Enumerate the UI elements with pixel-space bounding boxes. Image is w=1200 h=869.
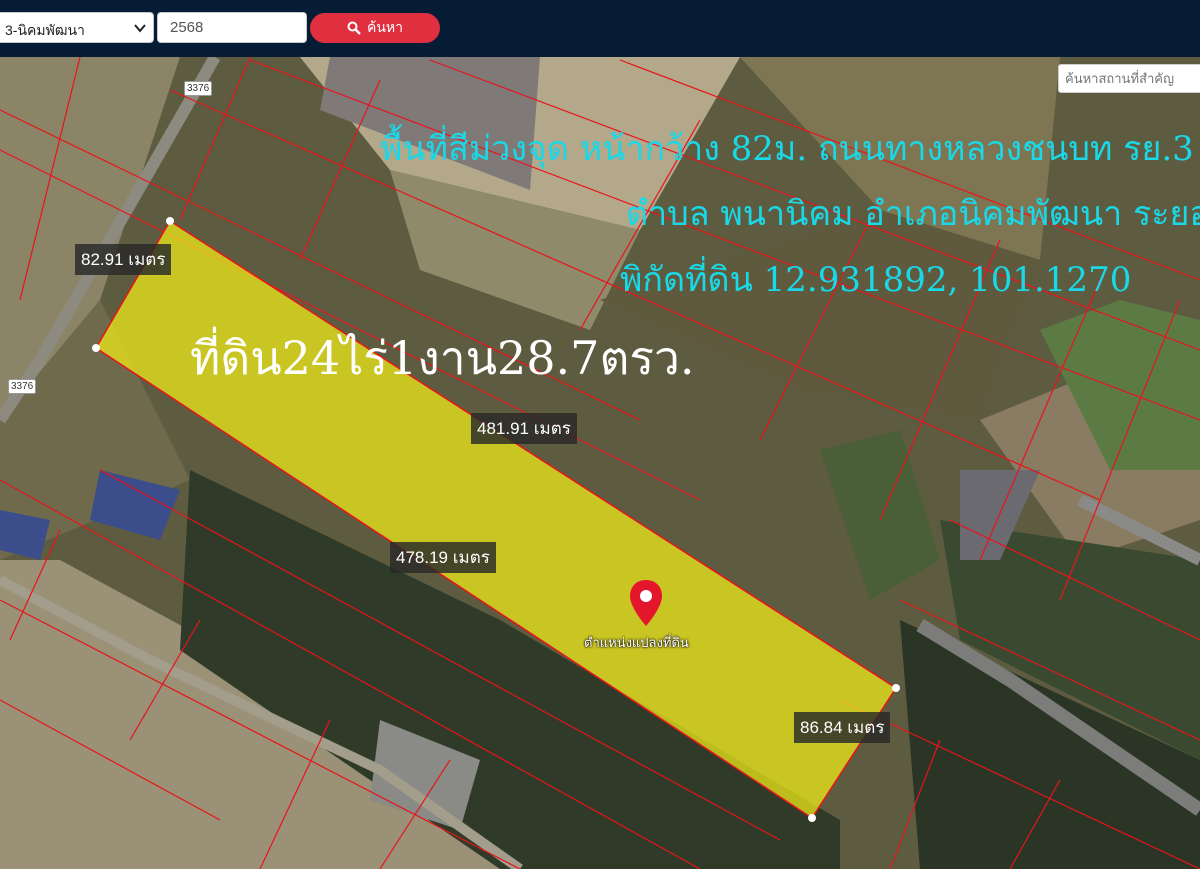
- annotation-line-2: ตำบล พนานิคม อำเภอนิคมพัฒนา ระยอง: [626, 194, 1200, 234]
- satellite-map[interactable]: พื้นที่สีม่วงจุด หน้ากว้าง 82ม. ถนนทางหล…: [0, 57, 1200, 869]
- map-imagery: [0, 57, 1200, 869]
- search-icon: [347, 21, 361, 35]
- year-input[interactable]: [157, 12, 307, 43]
- chevron-down-icon: [134, 24, 146, 33]
- measure-label-north: 481.91 เมตร: [471, 413, 577, 444]
- district-select[interactable]: 3-นิคมพัฒนา: [0, 12, 154, 43]
- measure-label-east: 86.84 เมตร: [794, 712, 891, 743]
- measure-label-top: 82.91 เมตร: [75, 244, 172, 275]
- annotation-line-3: พิกัดที่ดิน 12.931892, 101.1270: [620, 260, 1132, 300]
- search-button-label: ค้นหา: [366, 19, 404, 35]
- pin-label: ตำแหน่งแปลงที่ดิน: [584, 635, 689, 650]
- route-number-badge: 3376: [184, 81, 213, 96]
- area-label: ที่ดิน24ไร่1งาน28.7ตรว.: [190, 331, 695, 385]
- district-select-value: 3-นิคมพัฒนา: [5, 22, 85, 38]
- measure-label-south: 478.19 เมตร: [390, 542, 496, 573]
- route-number-badge: 3376: [8, 379, 37, 394]
- location-pin-icon[interactable]: [627, 578, 665, 628]
- place-search-input[interactable]: [1058, 64, 1200, 93]
- annotation-line-1: พื้นที่สีม่วงจุด หน้ากว้าง 82ม. ถนนทางหล…: [380, 129, 1194, 169]
- top-toolbar: 3-นิคมพัฒนา ค้นหา: [0, 0, 1200, 57]
- search-button[interactable]: ค้นหา: [310, 13, 440, 43]
